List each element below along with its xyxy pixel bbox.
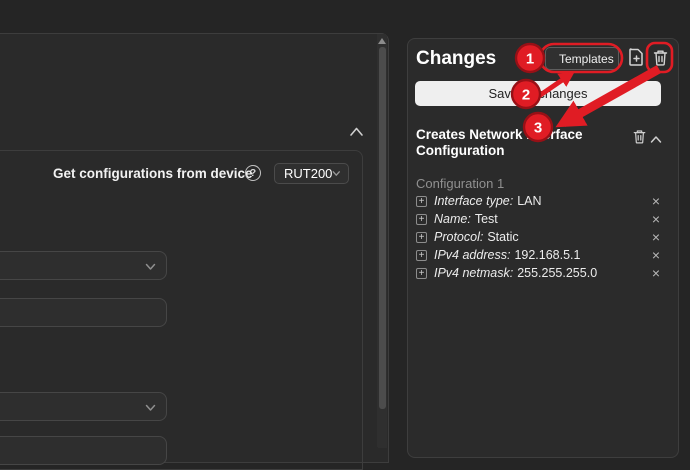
section-collapse-chevron[interactable]: [349, 124, 365, 138]
form-select-1[interactable]: [0, 251, 167, 280]
form-input-2[interactable]: [0, 436, 167, 465]
config-row-value: 255.255.255.0: [517, 266, 597, 280]
triangle-up-icon: [378, 38, 386, 44]
config-row: + IPv4 address: 192.168.5.1 ×: [416, 247, 663, 263]
form-input-1[interactable]: [0, 298, 167, 327]
config-row: + Interface type: LAN ×: [416, 193, 663, 209]
add-template-button[interactable]: [627, 47, 645, 67]
device-select-value: RUT200: [284, 166, 332, 181]
delete-section-button[interactable]: [633, 129, 647, 145]
expand-icon[interactable]: +: [416, 268, 427, 279]
remove-change-icon[interactable]: ×: [652, 229, 660, 245]
config-row-label: Protocol:: [434, 230, 483, 244]
remove-change-icon[interactable]: ×: [652, 193, 660, 209]
scrollbar-up-button[interactable]: [378, 35, 386, 46]
file-plus-icon: [629, 48, 644, 66]
config-row-value: LAN: [517, 194, 541, 208]
section-collapse-button[interactable]: [650, 131, 663, 141]
config-row-label: IPv4 address:: [434, 248, 510, 262]
chevron-down-icon: [145, 263, 156, 271]
chevron-down-icon: [332, 170, 341, 177]
config-row-value: Test: [475, 212, 498, 226]
remove-change-icon[interactable]: ×: [652, 265, 660, 281]
config-row-value: 192.168.5.1: [514, 248, 580, 262]
expand-icon[interactable]: +: [416, 250, 427, 261]
config-row-label: Interface type:: [434, 194, 513, 208]
config-row: + Name: Test ×: [416, 211, 663, 227]
changes-panel-title: Changes: [416, 48, 496, 70]
get-configurations-label: Get configurations from device: [53, 166, 253, 181]
templates-button-label: Templates: [559, 52, 614, 66]
device-select[interactable]: RUT200: [274, 163, 349, 184]
remove-change-icon[interactable]: ×: [652, 247, 660, 263]
expand-icon[interactable]: +: [416, 196, 427, 207]
configuration-subtitle: Configuration 1: [416, 176, 504, 191]
chevron-up-icon: [650, 135, 662, 144]
config-row: + IPv4 netmask: 255.255.255.0 ×: [416, 265, 663, 281]
delete-all-changes-button[interactable]: [651, 47, 669, 67]
config-row-value: Static: [487, 230, 518, 244]
config-row-label: IPv4 netmask:: [434, 266, 513, 280]
trash-icon: [633, 129, 646, 144]
config-row-label: Name:: [434, 212, 471, 226]
save-all-changes-button[interactable]: Save all changes: [415, 81, 661, 106]
remove-change-icon[interactable]: ×: [652, 211, 660, 227]
form-select-2[interactable]: [0, 392, 167, 421]
templates-button[interactable]: Templates: [545, 47, 619, 70]
chevron-up-icon: [349, 126, 364, 137]
help-icon[interactable]: ?: [245, 165, 261, 181]
trash-icon: [653, 49, 668, 66]
scrollbar-thumb[interactable]: [379, 47, 386, 409]
change-section-title: Creates Network Interface Configuration: [416, 127, 598, 158]
chevron-down-icon: [145, 404, 156, 412]
expand-icon[interactable]: +: [416, 232, 427, 243]
config-row: + Protocol: Static ×: [416, 229, 663, 245]
expand-icon[interactable]: +: [416, 214, 427, 225]
